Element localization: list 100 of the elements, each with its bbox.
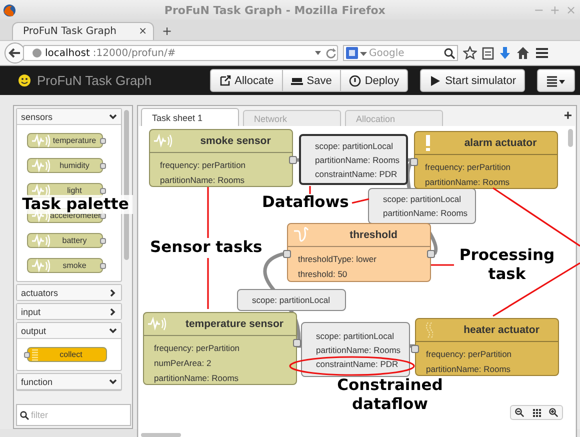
port-handle[interactable] <box>411 345 419 353</box>
zoom-in-icon[interactable] <box>549 408 558 417</box>
task-property: frequency: perPartition <box>426 349 513 359</box>
sensor-wave-icon <box>31 133 50 148</box>
smiley-logo-icon <box>18 74 31 87</box>
port-handle[interactable] <box>410 158 418 166</box>
chevron-right-icon[interactable] <box>109 308 117 316</box>
address-bar[interactable]: localhost :12000/profun/# <box>23 45 338 61</box>
task-property: frequency: perPartition <box>425 162 512 172</box>
chevron-down-icon[interactable] <box>109 112 117 120</box>
clipboard-icon[interactable] <box>482 46 494 60</box>
palette-task[interactable]: temperature <box>27 133 103 148</box>
dataflow-property: scope: partitionLocal <box>316 330 394 340</box>
scrollbar[interactable] <box>141 433 181 437</box>
leader-line <box>309 186 311 194</box>
category-header[interactable]: actuators <box>17 285 121 300</box>
dataflow-property: scope: partitionLocal <box>383 194 461 204</box>
port-handle[interactable] <box>24 352 30 358</box>
search-icon <box>444 48 455 58</box>
leader-line <box>431 264 454 266</box>
bookmark-star-icon[interactable] <box>463 46 477 60</box>
scrollbar[interactable] <box>568 129 573 147</box>
category-header[interactable]: sensors <box>17 109 121 125</box>
dataflow-property: constraintName: PDR <box>316 358 398 368</box>
dataflow-box[interactable]: scope: partitionLocal partitionName: Rooms constraintName: PDR <box>299 134 408 185</box>
task-title: alarm actuator <box>463 137 538 149</box>
dataflow-property: partitionName: Rooms <box>316 344 401 354</box>
task-property: partitionName: Rooms <box>425 177 511 187</box>
palette-task[interactable]: humidity <box>27 158 103 173</box>
exclamation-icon <box>426 135 430 151</box>
app-title: ProFuN Task Graph <box>37 73 153 88</box>
toolbar-button[interactable]: Deploy <box>340 69 408 92</box>
browser-tab[interactable]: ProFuN Task Graph × <box>12 22 154 40</box>
port-handle[interactable] <box>100 163 106 169</box>
home-icon[interactable] <box>516 46 530 60</box>
port-handle[interactable] <box>289 156 297 164</box>
task-property: partitionName: Rooms <box>160 175 246 185</box>
sheet-tab[interactable]: Task sheet 1 <box>141 108 239 126</box>
menu-icon <box>546 74 566 86</box>
sensor-wave-icon <box>31 183 50 198</box>
download-icon[interactable] <box>499 46 511 60</box>
task-property: frequency: perPartition <box>160 160 247 170</box>
annotation-label: Constrained dataflow <box>336 376 444 414</box>
allocate-icon <box>218 74 231 86</box>
zoom-out-icon[interactable] <box>515 408 524 417</box>
menu-icon[interactable] <box>535 46 549 60</box>
task-title: smoke sensor <box>199 135 272 147</box>
sensor-wave-icon <box>147 316 167 332</box>
chevron-right-icon[interactable] <box>109 288 117 296</box>
port-handle[interactable] <box>100 238 106 244</box>
annotation-label: Dataflows <box>262 193 349 212</box>
palette-task[interactable]: battery <box>27 233 103 248</box>
menu-button[interactable] <box>537 69 575 92</box>
task-property: threshold: 50 <box>298 269 348 279</box>
sensor-wave-icon <box>153 133 173 149</box>
sensor-wave-icon <box>31 258 50 273</box>
task-property: thresholdType: lower <box>298 254 378 264</box>
category-header[interactable]: input <box>17 304 121 319</box>
port-handle[interactable] <box>100 138 106 144</box>
threshold-curve-icon <box>293 227 309 243</box>
deploy-icon <box>348 74 361 86</box>
dataflow-property: scope: partitionLocal <box>315 140 393 150</box>
search-engine-icon <box>346 47 358 59</box>
search-icon <box>20 410 29 420</box>
task-property: numPerArea: 2 <box>154 358 212 368</box>
toolbar-button[interactable]: Allocate <box>210 69 283 92</box>
port-handle[interactable] <box>293 339 301 347</box>
reload-icon[interactable] <box>325 47 337 59</box>
palette-task[interactable]: collect <box>27 347 107 362</box>
dataflow-property: scope: partitionLocal <box>252 295 330 305</box>
toolbar-button[interactable]: Start simulator <box>420 69 525 92</box>
toolbar-button[interactable]: Save <box>282 69 341 92</box>
new-tab-button[interactable]: + <box>158 24 176 40</box>
close-tab-button[interactable]: × <box>138 26 147 37</box>
add-sheet-button[interactable]: + <box>564 107 572 123</box>
port-handle[interactable] <box>100 188 106 194</box>
task-property: frequency: perPartition <box>154 343 241 353</box>
dataflow-box[interactable]: scope: partitionLocal partitionName: Rooms constraintName: PDR <box>301 322 410 377</box>
stack-icon <box>31 348 39 360</box>
category-header[interactable]: output <box>17 323 121 339</box>
chevron-down-icon[interactable] <box>109 326 117 334</box>
globe-icon <box>32 48 42 58</box>
annotation-label: Sensor tasks <box>150 238 262 257</box>
dataflow-box[interactable]: scope: partitionLocal <box>237 289 346 311</box>
port-handle[interactable] <box>283 250 291 258</box>
port-handle[interactable] <box>427 250 435 258</box>
category-header[interactable]: function <box>17 374 121 390</box>
start-icon <box>429 74 442 86</box>
task-property: partitionName: Rooms <box>154 373 240 383</box>
dataflow-box[interactable]: scope: partitionLocal partitionName: Rooms <box>368 188 476 224</box>
task-title: heater actuator <box>462 324 540 336</box>
leader-line <box>352 198 370 204</box>
palette-task[interactable]: smoke <box>27 258 103 273</box>
sensor-wave-icon <box>31 233 50 248</box>
grid-icon[interactable] <box>532 408 541 417</box>
port-handle[interactable] <box>100 263 106 269</box>
dropdown-caret-icon <box>314 49 322 57</box>
chevron-down-icon[interactable] <box>109 378 117 386</box>
dataflow-property: partitionName: Rooms <box>315 154 400 164</box>
zoom-controls[interactable] <box>510 405 563 420</box>
